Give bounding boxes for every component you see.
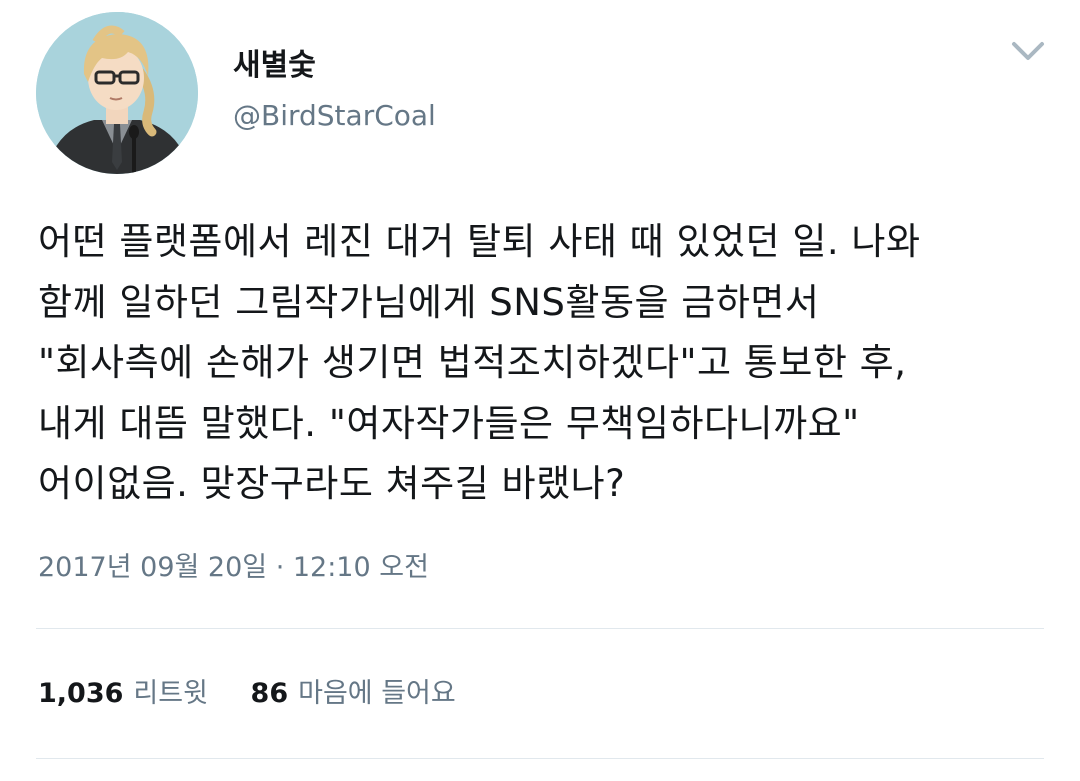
tweet-text-line: 어이없음. 맞장구라도 쳐주길 바랬나? [38,462,626,505]
retweets-count: 1,036 [38,678,124,709]
tweet-stats: 1,036 리트윗 86 마음에 들어요 [38,674,490,714]
tweet-text-line: 내게 대뜸 말했다. "여자작가들은 무책임하다니까요" [38,401,860,445]
tweet-text-line: 어떤 플랫폼에서 레진 대거 탈퇴 사태 때 있었던 일. 나와 [38,220,921,263]
avatar-illustration [36,12,198,174]
tweet-timestamp[interactable]: 2017년 09월 20일 · 12:10 오전 [38,548,429,588]
likes-label: 마음에 들어요 [298,678,456,709]
retweets-stat[interactable]: 1,036 리트윗 [38,674,208,714]
likes-stat[interactable]: 86 마음에 들어요 [251,674,456,714]
likes-count: 86 [250,678,289,709]
divider [36,758,1044,759]
tweet-text: 어떤 플랫폼에서 레진 대거 탈퇴 사태 때 있었던 일. 나와 함께 일하던 … [38,212,1048,515]
user-avatar[interactable] [36,12,198,174]
tweet-text-line: 함께 일하던 그림작가님에게 SNS활동을 금하면서 [38,280,820,324]
user-handle[interactable]: @BirdStarCoal [233,97,436,135]
tweet-text-line: "회사측에 손해가 생기면 법적조치하겠다"고 통보한 후, [38,341,907,384]
tweet-card: 새별숯 @BirdStarCoal 어떤 플랫폼에서 레진 대거 탈퇴 사태 때… [0,0,1080,781]
divider [36,628,1044,629]
retweets-label: 리트윗 [133,678,208,709]
display-name[interactable]: 새별숯 [233,46,316,86]
chevron-down-icon[interactable] [1006,34,1050,70]
